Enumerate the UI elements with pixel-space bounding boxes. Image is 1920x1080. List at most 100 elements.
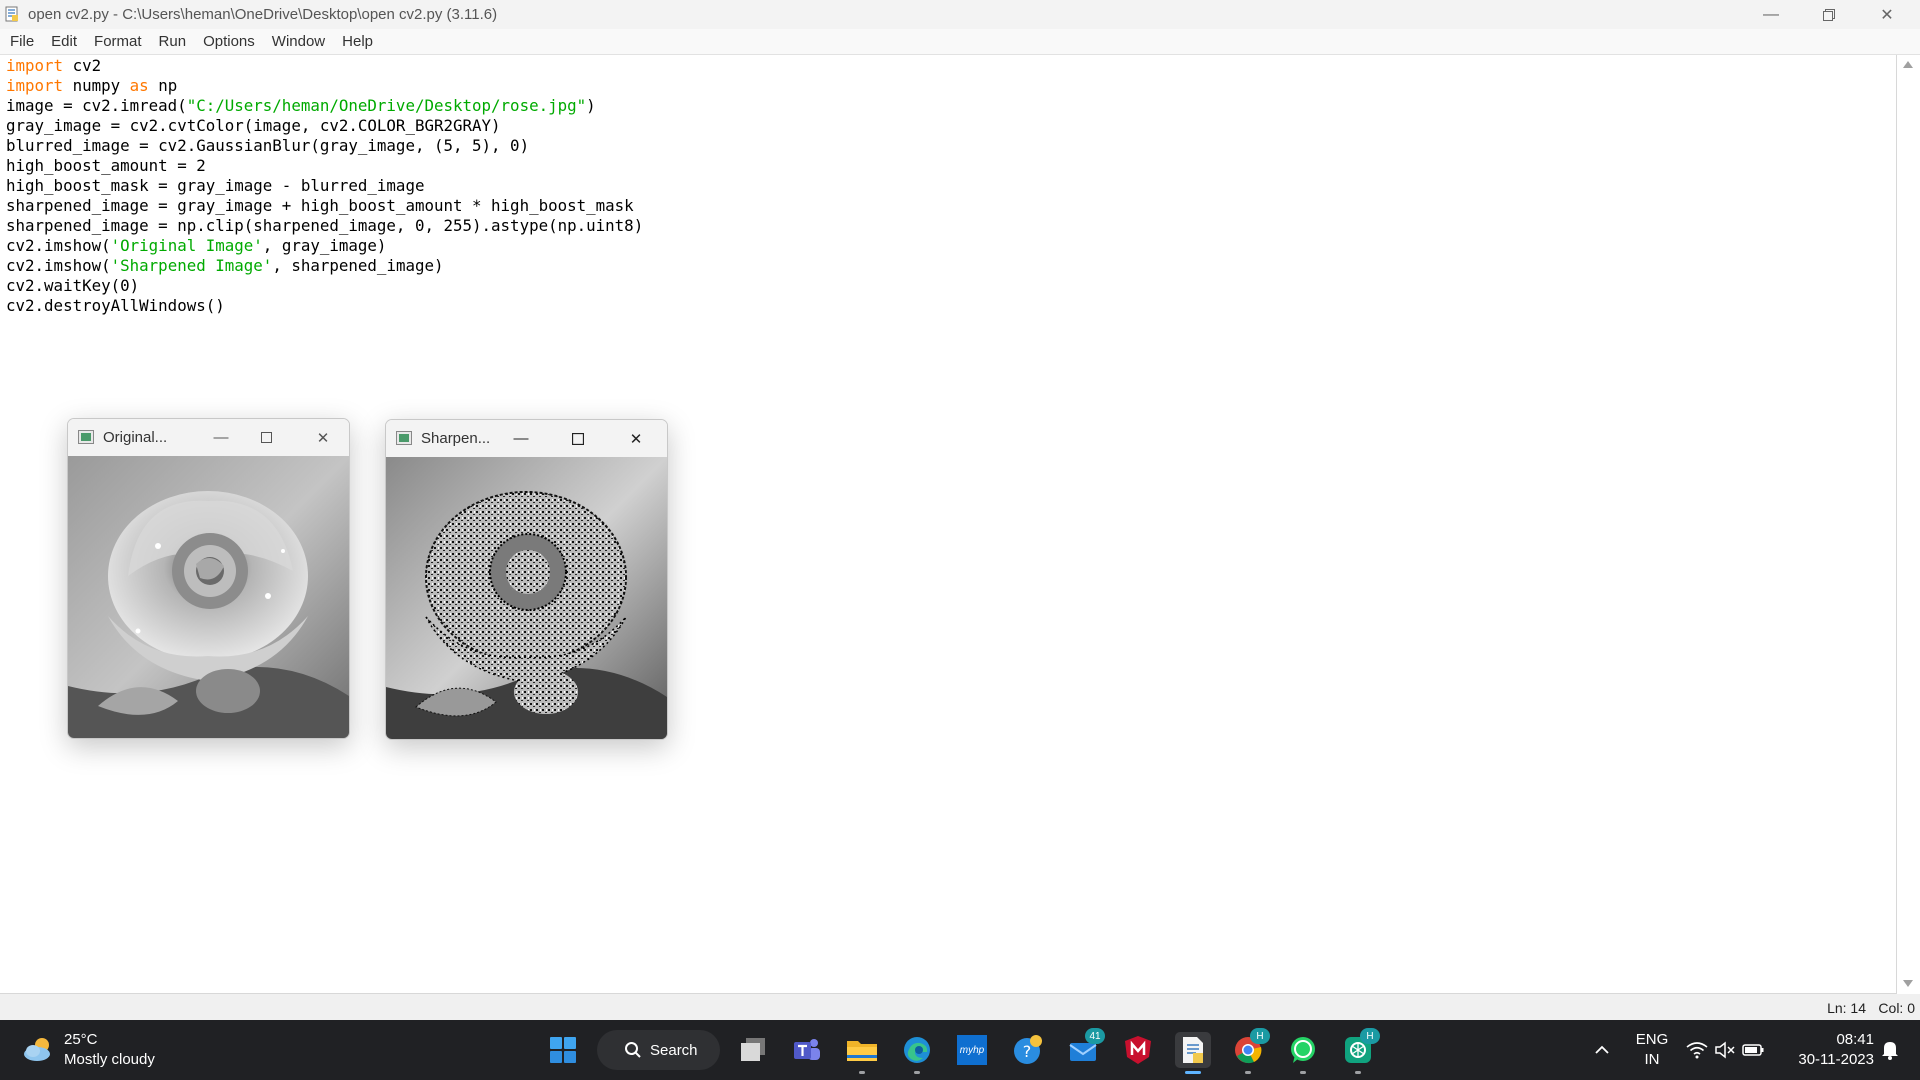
menu-format[interactable]: Format xyxy=(84,33,149,50)
file-explorer-button[interactable] xyxy=(844,1032,880,1074)
code-line: cv2.destroyAllWindows() xyxy=(6,296,225,315)
status-line: Ln: 14 xyxy=(1827,1000,1866,1016)
scroll-up-icon[interactable] xyxy=(1903,61,1913,68)
task-view-icon xyxy=(741,1038,765,1061)
clock-date[interactable]: 30-11-2023 xyxy=(1782,1051,1874,1068)
image-window-close-button[interactable]: ✕ xyxy=(611,420,661,457)
code-line: high_boost_mask = gray_image - blurred_i… xyxy=(6,176,425,195)
window-title: open cv2.py - C:\Users\heman\OneDrive\De… xyxy=(28,6,498,23)
mcafee-button[interactable] xyxy=(1120,1032,1156,1068)
close-button[interactable]: ✕ xyxy=(1858,0,1916,29)
code-line: high_boost_amount = 2 xyxy=(6,156,206,175)
scroll-down-icon[interactable] xyxy=(1903,980,1913,987)
svg-text:?: ? xyxy=(1023,1042,1032,1061)
notifications-button[interactable] xyxy=(1872,1032,1908,1068)
language-code[interactable]: ENG xyxy=(1634,1031,1670,1048)
show-hidden-icons-button[interactable] xyxy=(1584,1032,1620,1068)
get-help-icon: ? xyxy=(1014,1035,1042,1064)
chrome-profile-badge: H xyxy=(1250,1028,1270,1044)
sharpened-image-window[interactable]: Sharpen... — ✕ xyxy=(385,419,668,740)
menu-help[interactable]: Help xyxy=(332,33,380,50)
vertical-scrollbar[interactable] xyxy=(1897,55,1920,993)
chatgpt-button[interactable]: H xyxy=(1340,1028,1380,1074)
mail-button[interactable]: 41 xyxy=(1065,1028,1105,1068)
image-window-title: Sharpen... xyxy=(421,430,491,447)
edge-button[interactable] xyxy=(899,1032,935,1074)
menu-edit[interactable]: Edit xyxy=(41,33,84,50)
running-indicator xyxy=(1355,1071,1361,1074)
battery-icon xyxy=(1742,1044,1764,1056)
image-window-minimize-button[interactable]: — xyxy=(496,420,546,457)
idle-icon xyxy=(1183,1037,1203,1063)
taskbar: 25°C Mostly cloudy Search myhp ? 41 H H … xyxy=(0,1020,1920,1080)
restore-button[interactable] xyxy=(1800,0,1858,29)
code-line: blurred_image = cv2.GaussianBlur(gray_im… xyxy=(6,136,530,155)
maximize-icon xyxy=(572,432,584,445)
image-window-titlebar[interactable]: Sharpen... — ✕ xyxy=(386,420,667,457)
sharpened-rose-image xyxy=(386,457,667,739)
running-indicator xyxy=(859,1071,865,1074)
search-label: Search xyxy=(650,1041,698,1059)
wifi-icon xyxy=(1686,1042,1708,1059)
image-window-titlebar[interactable]: Original... — ✕ xyxy=(68,419,349,456)
windows-start-icon xyxy=(550,1037,576,1063)
running-indicator xyxy=(1245,1071,1251,1074)
menu-run[interactable]: Run xyxy=(149,33,194,50)
edge-icon xyxy=(904,1037,930,1063)
code-line: cv2.waitKey(0) xyxy=(6,276,140,295)
idle-button[interactable] xyxy=(1175,1032,1211,1074)
code-line: cv2.imshow('Sharpened Image', sharpened_… xyxy=(6,256,444,275)
running-indicator xyxy=(1185,1071,1201,1074)
menu-options[interactable]: Options xyxy=(193,33,262,50)
bell-icon xyxy=(1882,1042,1898,1060)
chatgpt-profile-badge: H xyxy=(1360,1028,1380,1044)
volume-muted-icon xyxy=(1715,1041,1735,1059)
region-code[interactable]: IN xyxy=(1634,1051,1670,1068)
maximize-icon xyxy=(260,432,272,443)
image-window-icon xyxy=(396,431,412,445)
file-explorer-icon xyxy=(847,1041,877,1061)
mcafee-icon xyxy=(1125,1036,1151,1064)
menu-file[interactable]: File xyxy=(0,33,41,50)
image-window-maximize-button[interactable] xyxy=(553,420,603,457)
restore-icon xyxy=(1823,8,1835,21)
chrome-button[interactable]: H xyxy=(1230,1028,1270,1074)
network-volume-battery-button[interactable] xyxy=(1680,1032,1770,1068)
get-help-button[interactable]: ? xyxy=(1010,1032,1046,1068)
image-window-maximize-button[interactable] xyxy=(241,419,291,456)
idle-app-icon xyxy=(5,6,18,22)
weather-temperature[interactable]: 25°C xyxy=(64,1031,98,1048)
task-view-button[interactable] xyxy=(735,1032,771,1068)
taskbar-search-button[interactable]: Search xyxy=(597,1030,720,1070)
running-indicator xyxy=(1300,1071,1306,1074)
code-line: import cv2 xyxy=(6,56,102,75)
clock-time[interactable]: 08:41 xyxy=(1782,1031,1874,1048)
grayscale-rose-image xyxy=(68,456,349,738)
original-image-window[interactable]: Original... — ✕ xyxy=(67,418,350,739)
windows-start-button[interactable] xyxy=(545,1032,581,1068)
search-icon xyxy=(625,1042,641,1058)
weather-description[interactable]: Mostly cloudy xyxy=(64,1051,155,1068)
image-window-close-button[interactable]: ✕ xyxy=(298,419,348,456)
minimize-icon: — xyxy=(213,429,229,446)
menu-window[interactable]: Window xyxy=(262,33,332,50)
code-line: image = cv2.imread("C:/Users/heman/OneDr… xyxy=(6,96,596,115)
image-window-title: Original... xyxy=(103,429,168,446)
code-line: import numpy as np xyxy=(6,76,178,95)
title-bar: open cv2.py - C:\Users\heman\OneDrive\De… xyxy=(0,0,1920,29)
close-icon: ✕ xyxy=(629,430,643,448)
code-text[interactable]: import cv2 import numpy as np image = cv… xyxy=(6,56,643,316)
minimize-button[interactable]: — xyxy=(1742,0,1800,29)
image-window-icon xyxy=(78,430,94,444)
image-window-minimize-button[interactable]: — xyxy=(196,419,246,456)
cloud-sun-icon[interactable] xyxy=(22,1034,56,1064)
teams-button[interactable] xyxy=(789,1032,825,1068)
status-bar: Ln: 14 Col: 0 xyxy=(0,994,1920,1020)
myhp-button[interactable]: myhp xyxy=(954,1032,990,1068)
whatsapp-button[interactable] xyxy=(1285,1032,1321,1074)
status-column: Col: 0 xyxy=(1878,1000,1915,1016)
close-icon: ✕ xyxy=(1880,6,1894,24)
myhp-icon: myhp xyxy=(957,1035,987,1065)
menu-bar: File Edit Format Run Options Window Help xyxy=(0,29,1920,55)
code-line: cv2.imshow('Original Image', gray_image) xyxy=(6,236,387,255)
